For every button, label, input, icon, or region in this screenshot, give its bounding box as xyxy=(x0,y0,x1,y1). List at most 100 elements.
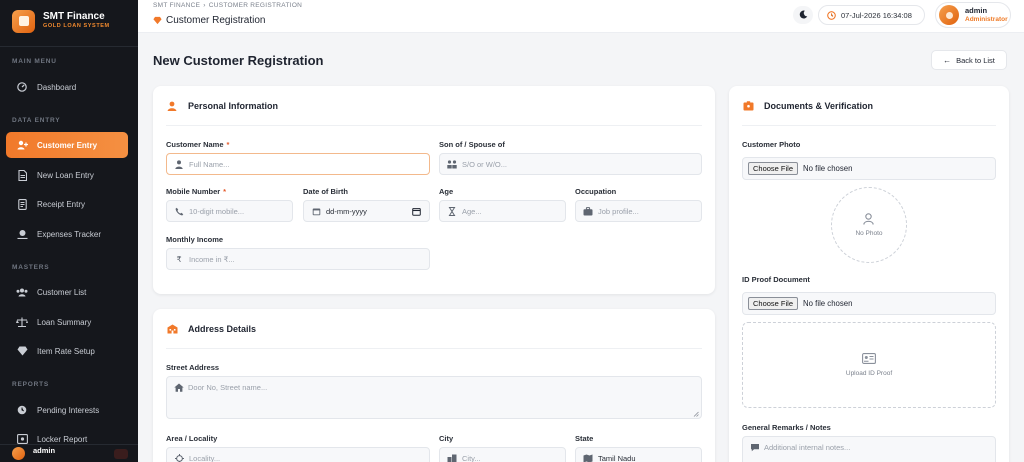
mobile-label: Mobile Number * xyxy=(166,187,227,196)
id-proof-dropzone[interactable]: Upload ID Proof xyxy=(742,322,996,408)
rupee-icon: ₹ xyxy=(176,254,182,264)
section-title-data-entry: DATA ENTRY xyxy=(12,117,61,124)
page-label-text: Customer Registration xyxy=(166,15,266,26)
card-header: Documents & Verification xyxy=(742,86,996,126)
card-header: Address Details xyxy=(166,309,702,349)
building-icon xyxy=(166,323,178,335)
user-name: admin xyxy=(965,6,988,16)
back-to-list-button[interactable]: ← Back to List xyxy=(931,50,1007,70)
remarks-textarea[interactable]: Additional internal notes... xyxy=(742,436,996,462)
sidebar-item-customer-list[interactable]: Customer List xyxy=(6,279,128,305)
city-input[interactable]: City... xyxy=(439,447,566,462)
sidebar-item-label: Locker Report xyxy=(37,434,88,444)
sidebar-item-label: Pending Interests xyxy=(37,405,100,415)
customer-photo-label: Customer Photo xyxy=(742,140,801,149)
clock-icon xyxy=(827,10,836,20)
sidebar-item-label: Loan Summary xyxy=(37,317,92,327)
brand-logo-icon xyxy=(12,9,35,33)
comment-icon xyxy=(750,443,760,453)
street-label: Street Address xyxy=(166,363,220,372)
avatar xyxy=(939,5,959,25)
calendar-small-icon xyxy=(311,206,321,216)
expenses-icon xyxy=(16,228,28,240)
section-title-reports: REPORTS xyxy=(12,381,50,388)
choose-file-button[interactable]: Choose File xyxy=(748,297,799,310)
income-input[interactable]: ₹ Income in ₹... xyxy=(166,248,430,270)
choose-file-button[interactable]: Choose File xyxy=(748,162,799,175)
gem-icon xyxy=(153,16,162,25)
card-header: Personal Information xyxy=(166,86,702,126)
personal-info-card: Personal Information Customer Name * Full… xyxy=(153,86,715,294)
user-icon xyxy=(166,100,178,112)
relation-label: Son of / Spouse of xyxy=(439,140,505,149)
home-icon xyxy=(174,383,184,393)
sidebar-item-item-rate-setup[interactable]: Item Rate Setup xyxy=(6,338,128,364)
state-input[interactable]: Tamil Nadu xyxy=(575,447,702,462)
sidebar-user-name: admin xyxy=(33,446,56,455)
sidebar: SMT Finance GOLD LOAN SYSTEM MAIN MENU D… xyxy=(0,0,138,462)
topbar: SMT FINANCE › CUSTOMER REGISTRATION Custom… xyxy=(138,0,1024,33)
page-title: New Customer Registration xyxy=(153,53,324,68)
sidebar-item-receipt-entry[interactable]: Receipt Entry xyxy=(6,191,128,217)
user-menu[interactable]: admin Administrator xyxy=(935,2,1011,28)
customer-name-input[interactable]: Full Name... xyxy=(166,153,430,175)
sidebar-item-dashboard[interactable]: Dashboard xyxy=(6,74,128,100)
sidebar-item-loan-summary[interactable]: Loan Summary xyxy=(6,309,128,335)
id-proof-label: ID Proof Document xyxy=(742,275,810,284)
user-icon xyxy=(863,213,875,225)
scale-icon xyxy=(16,316,28,328)
breadcrumb-root[interactable]: SMT FINANCE xyxy=(153,2,200,9)
age-input[interactable]: Age... xyxy=(439,200,566,222)
sidebar-item-new-loan-entry[interactable]: New Loan Entry xyxy=(6,162,128,188)
file-status: No file chosen xyxy=(803,164,853,173)
divider xyxy=(0,46,138,47)
city-label: City xyxy=(439,434,454,443)
section-title-main-menu: MAIN MENU xyxy=(12,58,57,65)
relation-input[interactable]: S/O or W/O... xyxy=(439,153,702,175)
age-label: Age xyxy=(439,187,454,196)
dob-label: Date of Birth xyxy=(303,187,348,196)
receipt-icon xyxy=(16,198,28,210)
document-icon xyxy=(16,169,28,181)
mobile-input[interactable]: 10-digit mobile... xyxy=(166,200,293,222)
calendar-icon[interactable] xyxy=(412,207,421,216)
sidebar-user[interactable]: admin xyxy=(0,444,138,462)
sidebar-item-label: Receipt Entry xyxy=(37,199,86,209)
id-proof-file-input[interactable]: Choose File No file chosen xyxy=(742,292,996,315)
area-input[interactable]: Locality... xyxy=(166,447,430,462)
user-role: Administrator xyxy=(965,15,1008,23)
clock-icon xyxy=(16,404,28,416)
add-user-icon xyxy=(16,139,28,151)
chevron-right-icon: › xyxy=(203,2,206,9)
sidebar-item-pending-interests[interactable]: Pending Interests xyxy=(6,397,128,423)
photo-preview: No Photo xyxy=(831,187,907,263)
id-card-icon xyxy=(862,353,876,365)
page-label: Customer Registration xyxy=(153,15,265,26)
state-label: State xyxy=(575,434,594,443)
briefcase-icon xyxy=(583,206,593,216)
occupation-label: Occupation xyxy=(575,187,617,196)
sidebar-item-customer-entry[interactable]: Customer Entry xyxy=(6,132,128,158)
address-card: Address Details Street Address Door No, … xyxy=(153,309,715,462)
datetime-text: 07-Jul-2026 16:34:08 xyxy=(841,10,912,20)
street-textarea[interactable]: Door No, Street name... xyxy=(166,376,702,419)
sidebar-item-expenses-tracker[interactable]: Expenses Tracker xyxy=(6,221,128,247)
breadcrumb-current: CUSTOMER REGISTRATION xyxy=(208,2,303,9)
users-icon xyxy=(16,286,28,298)
documents-card: Documents & Verification Customer Photo … xyxy=(729,86,1009,462)
upload-id-proof-text: Upload ID Proof xyxy=(845,370,893,377)
brand-name: SMT Finance xyxy=(43,11,105,23)
customer-photo-file-input[interactable]: Choose File No file chosen xyxy=(742,157,996,180)
no-photo-text: No Photo xyxy=(855,230,883,237)
map-icon xyxy=(583,453,593,462)
occupation-input[interactable]: Job profile... xyxy=(575,200,702,222)
moon-icon xyxy=(799,6,808,24)
dob-input[interactable]: dd-mm-yyyy xyxy=(303,200,430,222)
logout-icon[interactable] xyxy=(114,449,128,459)
sidebar-item-label: New Loan Entry xyxy=(37,170,94,180)
resize-handle[interactable] xyxy=(693,410,699,417)
theme-toggle-button[interactable] xyxy=(793,6,813,24)
remarks-label: General Remarks / Notes xyxy=(742,423,831,432)
hourglass-icon xyxy=(447,206,457,216)
sidebar-item-label: Customer List xyxy=(37,287,87,297)
